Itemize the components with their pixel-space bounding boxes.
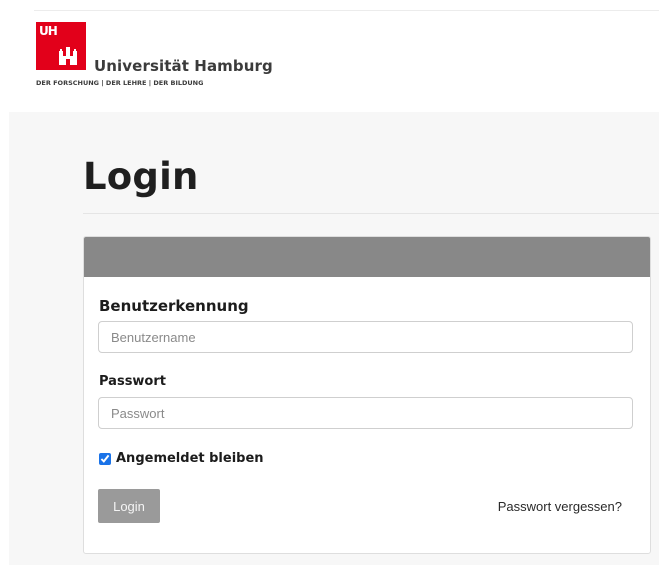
password-input[interactable] (98, 397, 633, 429)
remember-me-checkbox[interactable] (99, 452, 111, 465)
university-name: Universität Hamburg (94, 57, 273, 75)
remember-me-label: Angemeldet bleiben (116, 451, 264, 466)
username-input[interactable] (98, 321, 633, 353)
remember-me[interactable]: Angemeldet bleiben (99, 451, 264, 466)
logo-mark: UH (36, 22, 86, 70)
login-card: Benutzerkennung Passwort Angemeldet blei… (83, 236, 651, 554)
login-button[interactable]: Login (98, 489, 160, 523)
title-divider (83, 213, 659, 214)
forgot-password-link[interactable]: Passwort vergessen? (498, 499, 622, 514)
university-tagline: DER FORSCHUNG | DER LEHRE | DER BILDUNG (36, 79, 204, 87)
password-label: Passwort (99, 374, 166, 389)
hamburg-castle-icon (59, 47, 77, 65)
username-label: Benutzerkennung (99, 297, 249, 315)
page-title: Login (83, 155, 199, 198)
main-panel: Login Benutzerkennung Passwort Angemelde… (9, 112, 659, 565)
logo-mark-text: UH (39, 24, 58, 38)
top-divider (34, 10, 659, 11)
login-card-header (84, 237, 650, 277)
